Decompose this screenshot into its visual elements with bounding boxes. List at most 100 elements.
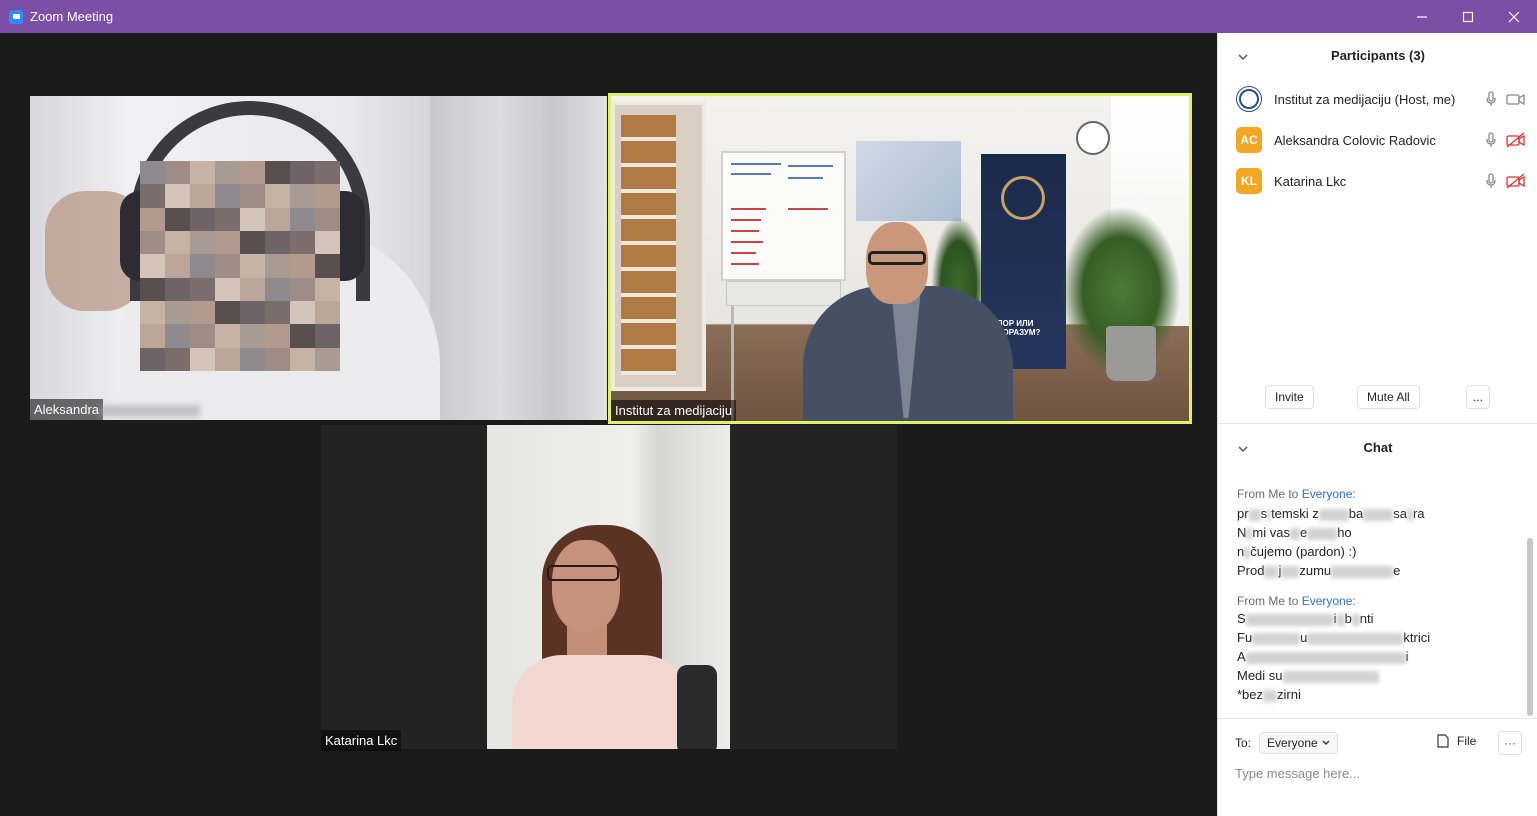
zoom-app-icon <box>9 9 23 24</box>
mosaic-cell <box>190 277 215 301</box>
speaker-glasses <box>868 251 926 265</box>
mosaic-cell <box>315 324 340 348</box>
mosaic-cell <box>165 184 190 208</box>
recipient-select[interactable]: Everyone <box>1259 732 1338 754</box>
video-camera-icon[interactable] <box>1506 91 1526 107</box>
chevron-down-icon <box>1238 54 1248 61</box>
mosaic-cell <box>315 254 340 278</box>
mosaic-cell <box>265 301 290 325</box>
mosaic-cell <box>315 347 340 371</box>
mosaic-cell <box>290 161 315 185</box>
participant-name: Institut za medijaciju (Host, me) <box>1274 91 1456 107</box>
chat-scrollbar[interactable] <box>1527 538 1533 716</box>
close-button[interactable] <box>1491 0 1536 33</box>
microphone-icon[interactable] <box>1484 173 1498 189</box>
mosaic-cell <box>190 161 215 185</box>
flip-chart <box>721 151 846 281</box>
board-line <box>788 177 823 179</box>
board-line <box>731 219 761 221</box>
microphone-icon[interactable] <box>1484 91 1498 107</box>
chevron-down-icon <box>1322 740 1330 745</box>
mosaic-cell <box>290 254 315 278</box>
mosaic-cell <box>240 161 265 185</box>
chat-message-line: Ai <box>1237 649 1409 664</box>
mosaic-cell <box>265 231 290 255</box>
mosaic-cell <box>265 347 290 371</box>
participant-name: Aleksandra Colovic Radovic <box>1274 132 1436 148</box>
chat-message-line: Fu u ktrici <box>1237 630 1431 645</box>
blurred-name <box>100 405 200 417</box>
collapse-participants-button[interactable] <box>1238 50 1248 61</box>
avatar: AC <box>1236 127 1262 153</box>
participant-row[interactable]: KL Katarina Lkc <box>1236 165 1526 197</box>
mosaic-cell <box>240 347 265 371</box>
mosaic-cell <box>165 207 190 231</box>
participant-controls <box>1484 91 1526 107</box>
video-name-tag: Aleksandra <box>30 399 104 420</box>
video-camera-off-icon[interactable] <box>1506 132 1526 148</box>
video-tile-institut-active-speaker[interactable]: СПОР ИЛИ СПОРАЗУМ? Institut za medijacij… <box>608 93 1192 424</box>
mosaic-cell <box>165 301 190 325</box>
mosaic-cell <box>315 207 340 231</box>
mosaic-cell <box>165 347 190 371</box>
chat-header: Chat <box>1218 425 1537 469</box>
mosaic-cell <box>215 161 240 185</box>
video-tile-aleksandra[interactable]: Aleksandra <box>30 96 607 420</box>
chat-message-input[interactable] <box>1235 762 1525 784</box>
mosaic-cell <box>190 254 215 278</box>
board-line <box>731 173 771 175</box>
mosaic-cell <box>165 161 190 185</box>
mosaic-cell <box>215 231 240 255</box>
close-icon <box>1508 11 1519 22</box>
to-label: To: <box>1235 736 1252 750</box>
mosaic-cell <box>190 207 215 231</box>
video-grid: Aleksandra СПОР ИЛИ СПОРАЗУМ? Institut z… <box>0 33 1217 816</box>
mute-all-button[interactable]: Mute All <box>1357 385 1420 409</box>
mosaic-cell <box>265 277 290 301</box>
mosaic-cell <box>290 324 315 348</box>
mosaic-cell <box>140 161 165 185</box>
projection-screen <box>856 141 961 221</box>
invite-button[interactable]: Invite <box>1265 385 1314 409</box>
participants-title: Participants (3) <box>1331 47 1425 63</box>
participant-row[interactable]: Institut za medijaciju (Host, me) <box>1236 83 1526 115</box>
more-options-button[interactable]: ... <box>1466 385 1490 409</box>
chat-more-button[interactable]: ··· <box>1498 731 1522 755</box>
participant-controls <box>1484 132 1526 148</box>
door-glass <box>621 115 676 375</box>
institut-logo-avatar <box>1236 86 1262 112</box>
mosaic-cell <box>140 184 165 208</box>
chat-message-line: Medi su <box>1237 668 1379 683</box>
participant-glasses <box>547 565 619 581</box>
mosaic-cell <box>265 184 290 208</box>
mosaic-cell <box>190 324 215 348</box>
participant-row[interactable]: AC Aleksandra Colovic Radovic <box>1236 124 1526 156</box>
minimize-button[interactable] <box>1399 0 1444 33</box>
chat-message-line: pr s temski z ba sa ra <box>1237 506 1425 521</box>
minimize-icon <box>1416 15 1427 18</box>
mosaic-cell <box>140 277 165 301</box>
mosaic-cell <box>290 207 315 231</box>
wall-clock <box>1076 121 1110 155</box>
maximize-button[interactable] <box>1445 0 1490 33</box>
mosaic-cell <box>240 231 265 255</box>
file-button[interactable]: File <box>1437 734 1476 748</box>
recipient-value: Everyone <box>1267 736 1318 750</box>
mosaic-cell <box>240 207 265 231</box>
mosaic-cell <box>215 207 240 231</box>
curtain-background <box>430 96 607 420</box>
video-tile-katarina[interactable] <box>487 425 730 749</box>
microphone-icon[interactable] <box>1484 132 1498 148</box>
mosaic-cell <box>190 301 215 325</box>
video-camera-off-icon[interactable] <box>1506 173 1526 189</box>
collapse-chat-button[interactable] <box>1238 442 1248 453</box>
mosaic-cell <box>190 184 215 208</box>
board-line <box>731 230 759 232</box>
mosaic-cell <box>140 347 165 371</box>
mosaic-cell <box>215 254 240 278</box>
mosaic-cell <box>190 347 215 371</box>
mosaic-cell <box>140 254 165 278</box>
mosaic-cell <box>315 301 340 325</box>
mosaic-cell <box>265 161 290 185</box>
mosaic-cell <box>265 254 290 278</box>
